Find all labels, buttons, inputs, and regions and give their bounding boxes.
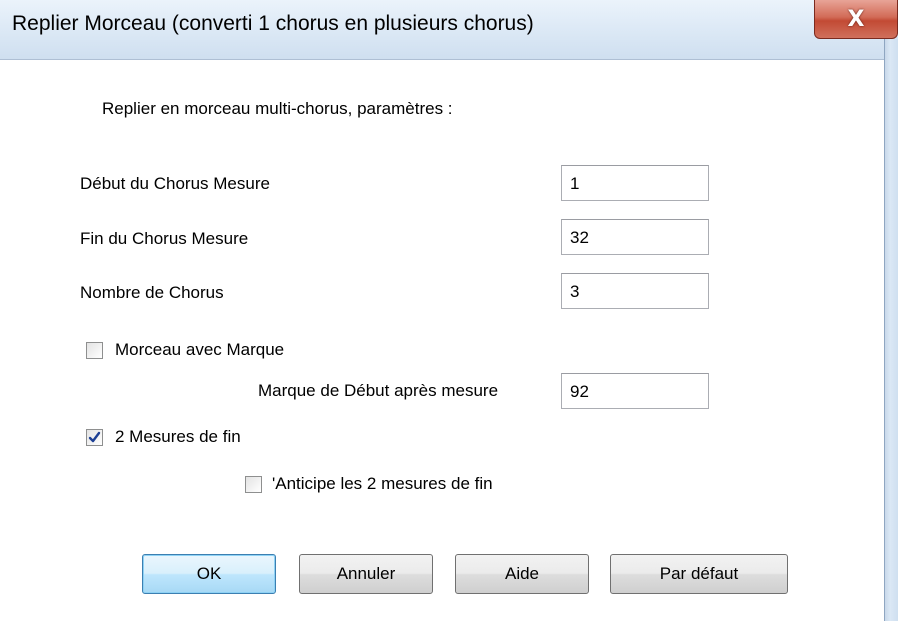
end-measure-input[interactable]: 32 — [561, 219, 709, 255]
close-icon: X — [847, 6, 865, 32]
checkmark-icon — [88, 431, 101, 443]
start-measure-label: Début du Chorus Mesure — [80, 174, 270, 193]
marker-start-label: Marque de Début après mesure — [258, 381, 499, 400]
anticipate-checkbox[interactable] — [245, 476, 262, 493]
marker-start-input[interactable]: 92 — [561, 373, 709, 409]
default-button[interactable]: Par défaut — [610, 554, 788, 594]
anticipate-checkbox-label[interactable]: 'Anticipe les 2 mesures de fin — [272, 474, 493, 494]
start-measure-input[interactable]: 1 — [561, 165, 709, 201]
close-button[interactable]: X — [814, 0, 898, 39]
ending-checkbox-label[interactable]: 2 Mesures de fin — [115, 427, 241, 447]
marker-checkbox-label[interactable]: Morceau avec Marque — [115, 340, 284, 360]
window-frame-right — [884, 39, 898, 621]
intro-label: Replier en morceau multi-chorus, paramèt… — [102, 99, 453, 118]
marker-checkbox[interactable] — [86, 342, 103, 359]
chorus-count-label: Nombre de Chorus — [80, 283, 224, 302]
chorus-count-input[interactable]: 3 — [561, 273, 709, 309]
window-title: Replier Morceau (converti 1 chorus en pl… — [12, 12, 534, 35]
ok-button[interactable]: OK — [142, 554, 276, 594]
end-measure-label: Fin du Chorus Mesure — [80, 229, 249, 248]
help-button[interactable]: Aide — [455, 554, 589, 594]
ending-checkbox[interactable] — [86, 429, 103, 446]
cancel-button[interactable]: Annuler — [299, 554, 433, 594]
title-bar: Replier Morceau (converti 1 chorus en pl… — [0, 0, 898, 60]
